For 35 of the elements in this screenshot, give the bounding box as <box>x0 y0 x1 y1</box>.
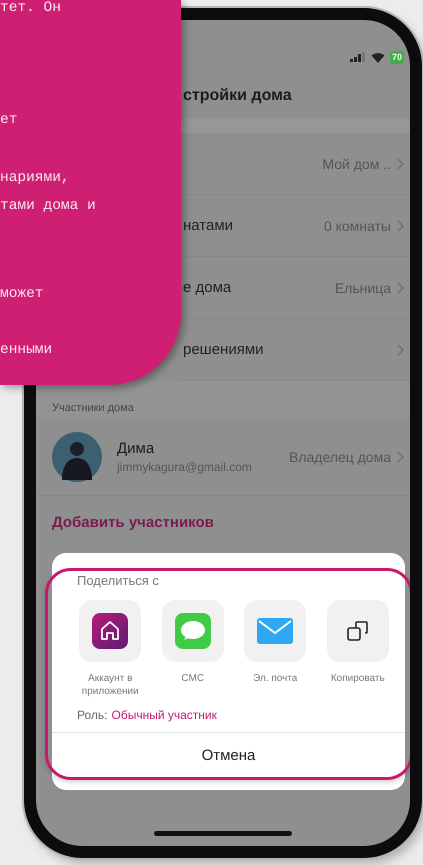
share-target-button[interactable] <box>79 600 142 662</box>
callout-text: тет. Он <box>0 0 62 18</box>
cancel-button[interactable]: Отмена <box>202 747 256 764</box>
signal-icon <box>350 52 366 62</box>
wifi-icon <box>370 52 385 62</box>
callout-text: нариями, тами дома и <box>0 169 97 216</box>
add-members-button[interactable]: Добавить участников <box>52 514 214 531</box>
share-target-label: Копировать <box>330 672 386 685</box>
battery-level: 70 <box>390 50 404 64</box>
role-link[interactable]: Обычный участник <box>111 708 217 722</box>
share-target-label: Эл. почта <box>252 672 298 685</box>
avatar <box>52 432 102 482</box>
share-target-button[interactable] <box>326 600 389 662</box>
house-icon <box>92 613 128 649</box>
copy-icon <box>346 619 370 643</box>
section-header: Участники дома <box>52 402 134 414</box>
member-name: Дима <box>117 440 156 456</box>
chevron-icon <box>397 282 404 294</box>
chevron-icon <box>397 450 404 462</box>
screen-title: стройки дома <box>183 87 292 105</box>
chevron-icon <box>397 158 404 170</box>
envelope-icon <box>257 618 294 644</box>
role-label: Роль: <box>77 708 108 722</box>
chevron-icon <box>397 220 404 232</box>
callout-text: ет <box>0 111 18 130</box>
callout-text: енными <box>0 341 54 360</box>
share-target-label: Аккаунт в приложении <box>80 672 140 698</box>
member-row[interactable]: Дима jimmykagura@gmail.com Владелец дома <box>36 418 410 496</box>
member-email: jimmykagura@gmail.com <box>117 460 253 474</box>
chevron-icon <box>397 344 404 356</box>
member-role: Владелец дома <box>288 448 391 464</box>
callout-text: может <box>0 285 45 304</box>
chat-bubble-icon <box>174 613 211 649</box>
share-target-label: СМС <box>180 672 206 685</box>
sheet-title: Поделиться с <box>76 573 160 588</box>
